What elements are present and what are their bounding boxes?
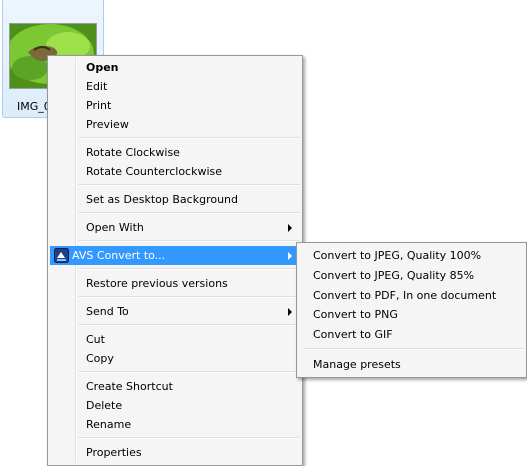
menu-separator	[303, 348, 524, 350]
submenu-item-jpeg-85[interactable]: Convert to JPEG, Quality 85%	[299, 266, 524, 285]
menu-separator	[78, 184, 300, 186]
avs-convert-submenu: Convert to JPEG, Quality 100% Convert to…	[296, 242, 527, 378]
menu-separator	[78, 296, 300, 298]
menu-item-cut[interactable]: Cut	[50, 330, 300, 349]
menu-separator	[78, 212, 300, 214]
context-menu: Open Edit Print Preview Rotate Clockwise…	[47, 55, 303, 466]
submenu-item-jpeg-100[interactable]: Convert to JPEG, Quality 100%	[299, 246, 524, 265]
chevron-right-icon	[288, 308, 292, 316]
menu-item-rename[interactable]: Rename	[50, 415, 300, 434]
menu-separator	[78, 371, 300, 373]
avs-convert-icon	[54, 248, 69, 263]
menu-item-label: AVS Convert to...	[72, 249, 166, 262]
menu-item-restore-previous-versions[interactable]: Restore previous versions	[50, 274, 300, 293]
menu-item-create-shortcut[interactable]: Create Shortcut	[50, 377, 300, 396]
chevron-right-icon	[288, 252, 292, 260]
submenu-item-pdf[interactable]: Convert to PDF, In one document	[299, 286, 524, 305]
chevron-right-icon	[288, 224, 292, 232]
menu-item-open-with[interactable]: Open With	[50, 218, 300, 237]
menu-separator	[78, 240, 300, 242]
submenu-item-png[interactable]: Convert to PNG	[299, 305, 524, 324]
submenu-item-gif[interactable]: Convert to GIF	[299, 325, 524, 344]
menu-item-preview[interactable]: Preview	[50, 115, 300, 134]
menu-separator	[78, 137, 300, 139]
menu-item-copy[interactable]: Copy	[50, 349, 300, 368]
menu-item-send-to[interactable]: Send To	[50, 302, 300, 321]
menu-item-delete[interactable]: Delete	[50, 396, 300, 415]
menu-item-edit[interactable]: Edit	[50, 77, 300, 96]
menu-separator	[78, 437, 300, 439]
menu-item-label: Send To	[86, 305, 129, 318]
menu-item-set-desktop-background[interactable]: Set as Desktop Background	[50, 190, 300, 209]
menu-separator	[78, 268, 300, 270]
menu-item-open[interactable]: Open	[50, 58, 300, 77]
menu-item-print[interactable]: Print	[50, 96, 300, 115]
menu-item-rotate-clockwise[interactable]: Rotate Clockwise	[50, 143, 300, 162]
menu-separator	[78, 324, 300, 326]
menu-item-label: Open With	[86, 221, 144, 234]
menu-item-properties[interactable]: Properties	[50, 443, 300, 462]
submenu-item-manage-presets[interactable]: Manage presets	[299, 355, 524, 374]
menu-item-rotate-counterclockwise[interactable]: Rotate Counterclockwise	[50, 162, 300, 181]
menu-item-avs-convert[interactable]: AVS Convert to...	[50, 246, 300, 265]
